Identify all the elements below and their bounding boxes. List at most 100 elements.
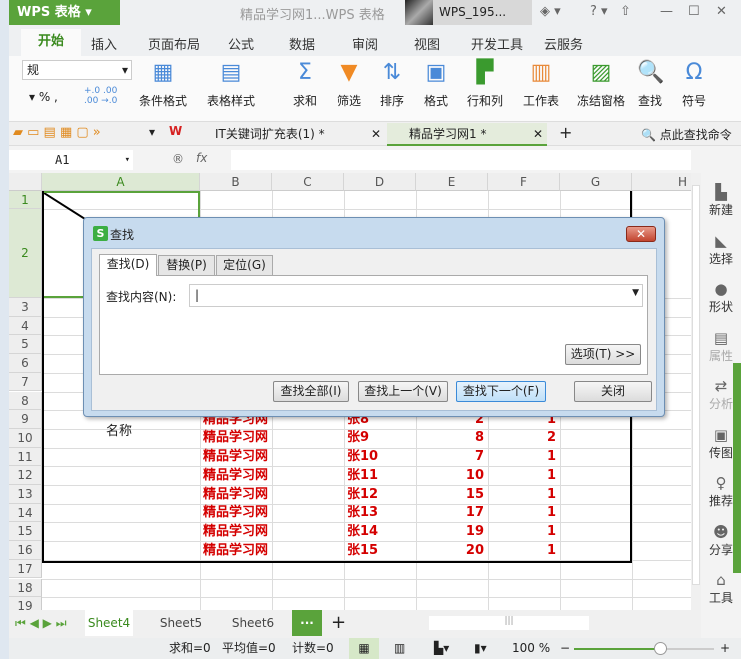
label-cell[interactable]: 名称: [106, 423, 132, 441]
close-tab-icon[interactable]: ✕: [371, 123, 381, 145]
freeze-button[interactable]: ▨ 冻结窗格: [577, 60, 625, 109]
count-cell[interactable]: 1: [488, 542, 556, 560]
menu-view[interactable]: 视图: [414, 34, 440, 53]
zoom-slider[interactable]: [574, 642, 714, 655]
name-cell[interactable]: 张13: [347, 504, 378, 522]
zoom-formula-icon[interactable]: ®: [172, 152, 184, 166]
count-cell[interactable]: 1: [488, 523, 556, 541]
name-cell[interactable]: 张12: [347, 486, 378, 504]
name-box[interactable]: A1 ▾: [9, 150, 133, 170]
value-cell[interactable]: 10: [416, 467, 484, 485]
sort-button[interactable]: ⇅ 排序: [379, 60, 405, 109]
value-cell[interactable]: 15: [416, 486, 484, 504]
select-all[interactable]: [9, 173, 42, 191]
maximize-icon[interactable]: ☐: [688, 4, 700, 19]
sheet-tab-sheet4[interactable]: Sheet4: [85, 610, 133, 636]
row-header[interactable]: 4: [9, 316, 42, 336]
dialog-close-button[interactable]: ✕: [626, 226, 656, 242]
chevron-down-icon[interactable]: ▼: [632, 288, 639, 298]
close-icon[interactable]: ✕: [716, 4, 727, 19]
col-header[interactable]: F: [488, 173, 560, 191]
name-cell[interactable]: 张15: [347, 542, 378, 560]
user-account[interactable]: WPS_195...: [405, 0, 532, 25]
eye-protection-icon[interactable]: ▮▾: [474, 638, 487, 659]
help-icon[interactable]: ? ▾: [590, 4, 608, 19]
vertical-scrollbar[interactable]: [691, 173, 701, 610]
find-previous-button[interactable]: 查找上一个(V): [358, 381, 448, 402]
value-cell[interactable]: 17: [416, 504, 484, 522]
row-header[interactable]: 16: [9, 541, 42, 560]
page-break-view-icon[interactable]: ▥: [394, 638, 405, 659]
zoom-in-icon[interactable]: +: [720, 638, 730, 659]
row-header[interactable]: 13: [9, 485, 42, 504]
formula-input[interactable]: [231, 150, 691, 170]
row-header[interactable]: 19: [9, 597, 42, 610]
menu-formula[interactable]: 公式: [228, 34, 254, 53]
percent-button[interactable]: ▾ % ,: [29, 90, 58, 104]
normal-view-icon[interactable]: ▦: [349, 638, 379, 659]
panel-1-item-0[interactable]: ▙ 新建: [701, 183, 741, 218]
col-header[interactable]: B: [200, 173, 272, 191]
site-cell[interactable]: 精品学习网: [203, 467, 268, 485]
site-cell[interactable]: 精品学习网: [203, 504, 268, 522]
menu-review[interactable]: 审阅: [352, 34, 378, 53]
row-header[interactable]: 17: [9, 559, 42, 579]
menu-data[interactable]: 数据: [289, 34, 315, 53]
site-cell[interactable]: 精品学习网: [203, 523, 268, 541]
table-style-button[interactable]: ▤ 表格样式: [207, 60, 255, 109]
site-cell[interactable]: 精品学习网: [203, 542, 268, 560]
symbol-button[interactable]: Ω 符号: [681, 60, 707, 109]
count-cell[interactable]: 1: [488, 486, 556, 504]
tab-it-keywords[interactable]: IT关键词扩充表(1) * ✕: [193, 123, 385, 146]
row-header[interactable]: 10: [9, 428, 42, 448]
minimize-icon[interactable]: —: [660, 4, 673, 19]
count-cell[interactable]: 2: [488, 429, 556, 447]
row-header[interactable]: 8: [9, 391, 42, 411]
sheet-tab-sheet6[interactable]: Sheet6: [229, 610, 277, 636]
count-cell[interactable]: 1: [488, 504, 556, 522]
row-header[interactable]: 11: [9, 447, 42, 467]
conditional-format-button[interactable]: ▦ 条件格式: [139, 60, 187, 109]
row-header[interactable]: 12: [9, 466, 42, 485]
sheet-nav-icons[interactable]: ⏮ ◀ ▶ ⏭: [15, 616, 67, 631]
panel-1-item-5[interactable]: ▣ 传图: [701, 426, 741, 461]
options-button[interactable]: 选项(T) >>: [565, 344, 641, 365]
tab-find[interactable]: 查找(D): [99, 254, 157, 276]
menu-page-layout[interactable]: 页面布局: [148, 34, 200, 53]
row-header[interactable]: 2: [9, 209, 42, 298]
command-search[interactable]: 🔍 点此查找命令: [641, 126, 732, 143]
value-cell[interactable]: 8: [416, 429, 484, 447]
panel-1-item-3[interactable]: ▤ 属性: [701, 329, 741, 364]
value-cell[interactable]: 20: [416, 542, 484, 560]
add-sheet-icon[interactable]: +: [331, 612, 346, 633]
tab-goto[interactable]: 定位(G): [216, 255, 273, 275]
menu-developer[interactable]: 开发工具: [471, 34, 523, 53]
skin-icon[interactable]: ◈ ▾: [540, 4, 561, 19]
more-sheets-button[interactable]: ···: [292, 610, 322, 636]
format-button[interactable]: ▣ 格式: [423, 60, 449, 109]
site-cell[interactable]: 精品学习网: [203, 448, 268, 466]
sum-button[interactable]: Σ 求和: [292, 60, 318, 109]
reading-mode-icon[interactable]: ▙▾: [434, 638, 449, 659]
app-menu-button[interactable]: WPS 表格 ▾: [9, 0, 120, 25]
col-header[interactable]: G: [560, 173, 632, 191]
new-tab-icon[interactable]: +: [559, 123, 572, 142]
row-header[interactable]: 18: [9, 578, 42, 598]
find-next-button[interactable]: 查找下一个(F): [456, 381, 546, 402]
name-cell[interactable]: 张11: [347, 467, 378, 485]
row-header[interactable]: 7: [9, 372, 42, 392]
panel-1-item-6[interactable]: ♀ 推荐: [701, 474, 741, 509]
row-header[interactable]: 14: [9, 503, 42, 523]
col-header[interactable]: H: [632, 173, 691, 191]
row-header[interactable]: 9: [9, 410, 42, 429]
quick-tools-icons[interactable]: ▰ ▭ ▤ ▦ ▢ »: [13, 125, 101, 140]
row-header[interactable]: 5: [9, 335, 42, 355]
close-button[interactable]: 关闭: [574, 381, 652, 402]
row-header[interactable]: 3: [9, 298, 42, 317]
horizontal-scrollbar[interactable]: |||: [429, 616, 589, 630]
filter-button[interactable]: ▼ 筛选: [336, 60, 362, 109]
count-cell[interactable]: 1: [488, 467, 556, 485]
find-all-button[interactable]: 查找全部(I): [273, 381, 349, 402]
tab-replace[interactable]: 替换(P): [158, 255, 215, 275]
worksheet-button[interactable]: ▥ 工作表: [523, 60, 559, 109]
